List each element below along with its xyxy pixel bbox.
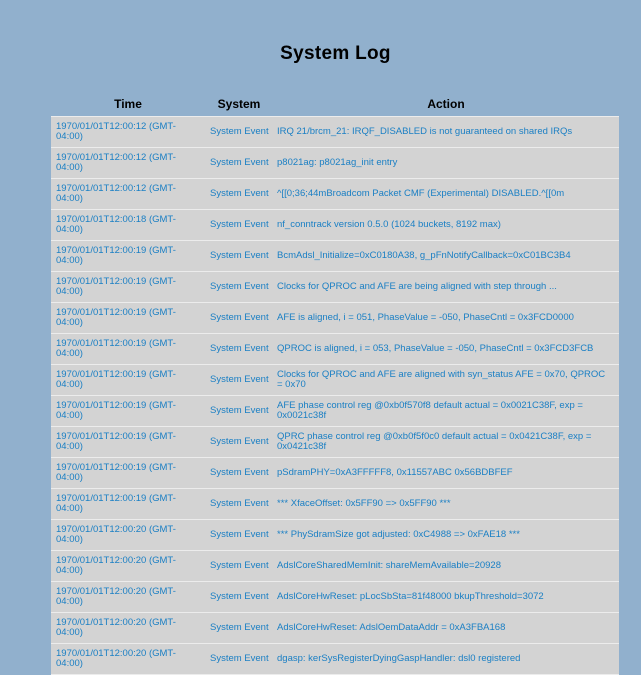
log-time-cell: 1970/01/01T12:00:20 (GMT-04:00): [51, 581, 205, 613]
log-system-cell: System Event: [205, 333, 273, 365]
log-time-cell: 1970/01/01T12:00:19 (GMT-04:00): [51, 302, 205, 334]
column-header-system: System: [217, 97, 261, 111]
log-time-cell: 1970/01/01T12:00:18 (GMT-04:00): [51, 209, 205, 241]
table-body: 1970/01/01T12:00:12 (GMT-04:00) System Ev…: [51, 116, 619, 675]
column-header-action: Action: [427, 97, 465, 111]
log-action-cell: AFE phase control reg @0xb0f570f8 defaul…: [273, 395, 619, 427]
log-system-cell: System Event: [205, 209, 273, 241]
log-action-cell: BcmAdsl_Initialize=0xC0180A38, g_pFnNoti…: [273, 240, 619, 272]
log-action-cell: AdslCoreSharedMemInit: shareMemAvailable…: [273, 550, 619, 582]
log-action-cell: pSdramPHY=0xA3FFFFF8, 0x11557ABC 0x56BDB…: [273, 457, 619, 489]
table-row: 1970/01/01T12:00:19 (GMT-04:00) System Ev…: [51, 395, 619, 427]
log-system-cell: System Event: [205, 581, 273, 613]
log-time-cell: 1970/01/01T12:00:19 (GMT-04:00): [51, 333, 205, 365]
table-row: 1970/01/01T12:00:19 (GMT-04:00) System Ev…: [51, 364, 619, 396]
log-system-cell: System Event: [205, 643, 273, 675]
log-action-cell: IRQ 21/brcm_21: IRQF_DISABLED is not gua…: [273, 116, 619, 148]
log-action-cell: AdslCoreHwReset: pLocSbSta=81f48000 bkup…: [273, 581, 619, 613]
log-action-cell: dgasp: kerSysRegisterDyingGaspHandler: d…: [273, 643, 619, 675]
table-row: 1970/01/01T12:00:20 (GMT-04:00) System Ev…: [51, 643, 619, 675]
table-row: 1970/01/01T12:00:19 (GMT-04:00) System Ev…: [51, 271, 619, 303]
log-time-cell: 1970/01/01T12:00:20 (GMT-04:00): [51, 519, 205, 551]
page-title: System Log: [280, 42, 391, 64]
log-system-cell: System Event: [205, 457, 273, 489]
log-system-cell: System Event: [205, 364, 273, 396]
table-row: 1970/01/01T12:00:19 (GMT-04:00) System Ev…: [51, 302, 619, 334]
log-time-cell: 1970/01/01T12:00:20 (GMT-04:00): [51, 550, 205, 582]
table-row: 1970/01/01T12:00:12 (GMT-04:00) System Ev…: [51, 116, 619, 148]
table-row: 1970/01/01T12:00:19 (GMT-04:00) System Ev…: [51, 333, 619, 365]
table-row: 1970/01/01T12:00:19 (GMT-04:00) System Ev…: [51, 488, 619, 520]
log-action-cell: *** PhySdramSize got adjusted: 0xC4988 =…: [273, 519, 619, 551]
table-row: 1970/01/01T12:00:20 (GMT-04:00) System Ev…: [51, 581, 619, 613]
log-time-cell: 1970/01/01T12:00:19 (GMT-04:00): [51, 457, 205, 489]
log-time-cell: 1970/01/01T12:00:12 (GMT-04:00): [51, 147, 205, 179]
table-row: 1970/01/01T12:00:19 (GMT-04:00) System Ev…: [51, 457, 619, 489]
log-system-cell: System Event: [205, 519, 273, 551]
table-row: 1970/01/01T12:00:18 (GMT-04:00) System Ev…: [51, 209, 619, 241]
table-row: 1970/01/01T12:00:20 (GMT-04:00) System Ev…: [51, 519, 619, 551]
log-action-cell: QPRC phase control reg @0xb0f5f0c0 defau…: [273, 426, 619, 458]
log-time-cell: 1970/01/01T12:00:19 (GMT-04:00): [51, 364, 205, 396]
table-header: Time System Action: [51, 92, 619, 117]
log-action-cell: *** XfaceOffset: 0x5FF90 => 0x5FF90 ***: [273, 488, 619, 520]
log-time-cell: 1970/01/01T12:00:19 (GMT-04:00): [51, 271, 205, 303]
log-system-cell: System Event: [205, 395, 273, 427]
log-time-cell: 1970/01/01T12:00:19 (GMT-04:00): [51, 240, 205, 272]
column-header-time: Time: [114, 97, 142, 111]
log-system-cell: System Event: [205, 240, 273, 272]
log-system-cell: System Event: [205, 488, 273, 520]
table-row: 1970/01/01T12:00:12 (GMT-04:00) System Ev…: [51, 147, 619, 179]
log-time-cell: 1970/01/01T12:00:12 (GMT-04:00): [51, 178, 205, 210]
log-action-cell: Clocks for QPROC and AFE are aligned wit…: [273, 364, 619, 396]
log-system-cell: System Event: [205, 612, 273, 644]
log-action-cell: Clocks for QPROC and AFE are being align…: [273, 271, 619, 303]
table-row: 1970/01/01T12:00:19 (GMT-04:00) System Ev…: [51, 240, 619, 272]
log-system-cell: System Event: [205, 550, 273, 582]
log-time-cell: 1970/01/01T12:00:19 (GMT-04:00): [51, 426, 205, 458]
log-system-cell: System Event: [205, 302, 273, 334]
log-time-cell: 1970/01/01T12:00:12 (GMT-04:00): [51, 116, 205, 148]
log-time-cell: 1970/01/01T12:00:19 (GMT-04:00): [51, 395, 205, 427]
table-row: 1970/01/01T12:00:20 (GMT-04:00) System Ev…: [51, 550, 619, 582]
log-action-cell: AFE is aligned, i = 051, PhaseValue = -0…: [273, 302, 619, 334]
header-row: Time System Action: [51, 92, 619, 117]
log-action-cell: p8021ag: p8021ag_init entry: [273, 147, 619, 179]
log-time-cell: 1970/01/01T12:00:20 (GMT-04:00): [51, 612, 205, 644]
table-row: 1970/01/01T12:00:12 (GMT-04:00) System Ev…: [51, 178, 619, 210]
log-system-cell: System Event: [205, 271, 273, 303]
log-system-cell: System Event: [205, 116, 273, 148]
log-time-cell: 1970/01/01T12:00:19 (GMT-04:00): [51, 488, 205, 520]
log-action-cell: ^[[0;36;44mBroadcom Packet CMF (Experime…: [273, 178, 619, 210]
table-row: 1970/01/01T12:00:19 (GMT-04:00) System Ev…: [51, 426, 619, 458]
log-action-cell: nf_conntrack version 0.5.0 (1024 buckets…: [273, 209, 619, 241]
log-action-cell: QPROC is aligned, i = 053, PhaseValue = …: [273, 333, 619, 365]
table-row: 1970/01/01T12:00:20 (GMT-04:00) System Ev…: [51, 612, 619, 644]
log-action-cell: AdslCoreHwReset: AdslOemDataAddr = 0xA3F…: [273, 612, 619, 644]
log-time-cell: 1970/01/01T12:00:20 (GMT-04:00): [51, 643, 205, 675]
log-system-cell: System Event: [205, 178, 273, 210]
system-log-table: Time System Action 1970/01/01T12:00:12 (…: [51, 92, 619, 675]
log-system-cell: System Event: [205, 426, 273, 458]
log-system-cell: System Event: [205, 147, 273, 179]
